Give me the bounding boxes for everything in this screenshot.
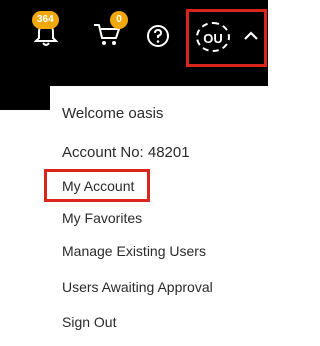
user-dropdown-menu: Welcome oasis Account No: 48201 My Accou…	[50, 86, 264, 346]
my-favorites-link[interactable]: My Favorites	[62, 210, 142, 226]
my-account-highlight	[44, 169, 150, 202]
cart-badge: 0	[110, 11, 128, 29]
notifications-badge: 364	[32, 11, 59, 29]
welcome-text: Welcome oasis	[62, 105, 164, 122]
chevron-up-icon[interactable]	[243, 30, 259, 42]
help-icon[interactable]	[146, 24, 170, 48]
users-awaiting-approval-link[interactable]: Users Awaiting Approval	[62, 279, 213, 295]
sign-out-link[interactable]: Sign Out	[62, 314, 116, 330]
account-number: Account No: 48201	[62, 144, 190, 161]
top-navigation-bar-edge	[0, 86, 50, 110]
user-avatar[interactable]: OU	[196, 22, 230, 52]
manage-existing-users-link[interactable]: Manage Existing Users	[62, 243, 206, 259]
